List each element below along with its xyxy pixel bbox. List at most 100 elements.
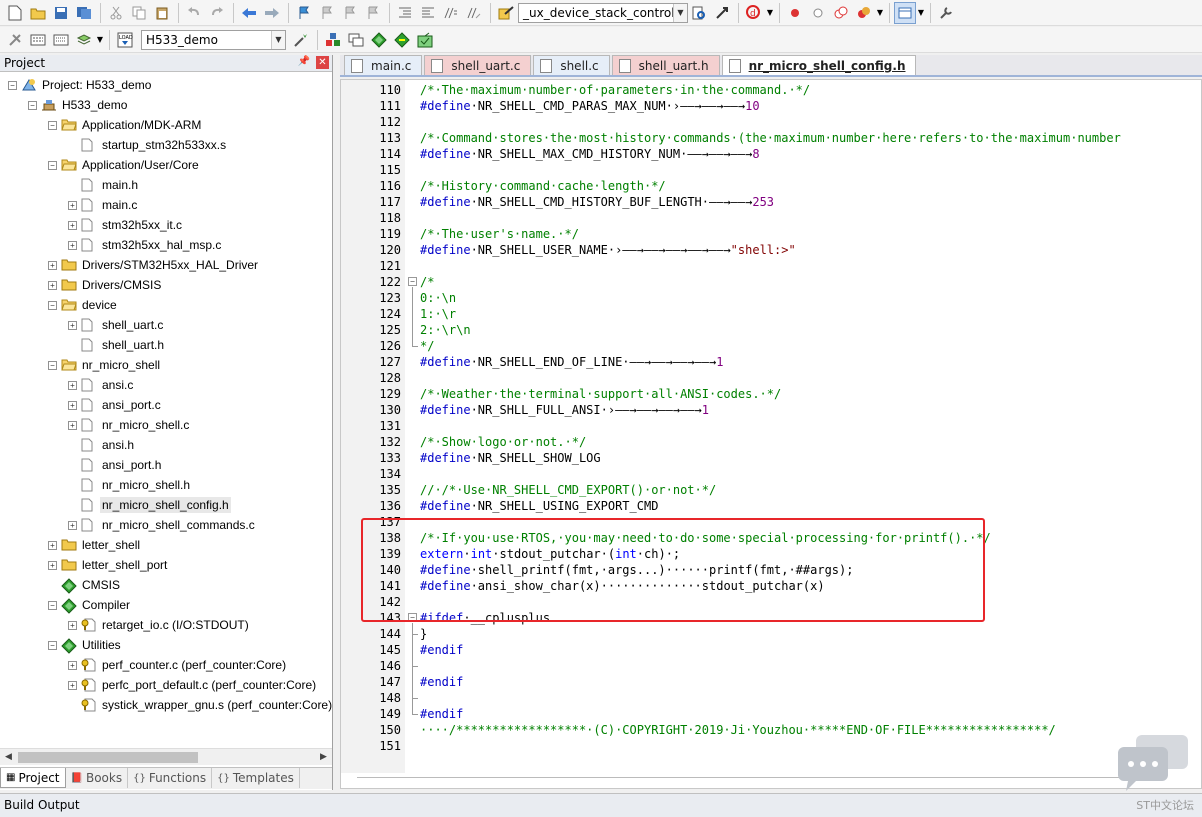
code-line[interactable]: 121 [341,258,1201,274]
new-file-icon[interactable] [4,2,26,24]
configure-icon[interactable] [935,2,957,24]
comment-icon[interactable] [440,2,462,24]
uncomment-icon[interactable] [463,2,485,24]
project-tree-hscrollbar[interactable]: ◀ ▶ [0,748,332,765]
tree-item[interactable]: + stm32h5xx_it.c [68,215,184,235]
tree-item[interactable]: + ansi.c [68,375,135,395]
collapse-icon[interactable]: − [28,100,37,110]
code-line[interactable]: 116 /*·History·command·cache·length·*/ [341,178,1201,194]
chevron-down-icon[interactable]: ▼ [673,3,687,22]
paste-icon[interactable] [151,2,173,24]
tree-item[interactable]: + nr_micro_shell.c [68,415,191,435]
expand-icon[interactable]: + [68,220,77,230]
tree-item[interactable]: − Application/MDK-ARM [48,115,203,135]
disable-all-breakpoints-icon[interactable] [830,2,852,24]
tree-item[interactable]: − Project: H533_demo [8,75,153,95]
code-line[interactable]: 111 #define·NR_SHELL_CMD_PARAS_MAX_NUM·›—… [341,98,1201,114]
code-line[interactable]: 128 [341,370,1201,386]
expand-icon[interactable]: + [48,280,57,290]
code-line[interactable]: 145 #endif [341,642,1201,658]
expand-icon[interactable]: + [68,520,77,530]
tree-item[interactable]: − Application/User/Core [48,155,201,175]
pack-installer-icon[interactable] [391,29,413,51]
editor-tab[interactable]: nr_micro_shell_config.h [721,55,917,75]
tree-item[interactable]: startup_stm32h533xx.s [68,135,228,155]
editor-hscrollbar[interactable] [341,773,1201,788]
expand-icon[interactable]: + [68,240,77,250]
code-line[interactable]: 118 [341,210,1201,226]
rebuild-icon[interactable] [50,29,72,51]
redo-icon[interactable] [206,2,228,24]
collapse-icon[interactable]: − [48,640,57,650]
pin-icon[interactable]: 📌 [298,56,310,67]
code-line[interactable]: 120 #define·NR_SHELL_USER_NAME·›——→——→——→… [341,242,1201,258]
code-line[interactable]: 150 ····/******************·(C)·COPYRIGHT… [341,722,1201,738]
window-layout-icon[interactable] [894,1,916,24]
expand-icon[interactable]: + [68,620,77,630]
tree-item[interactable]: nr_micro_shell_config.h [68,495,231,515]
editor-tab[interactable]: shell.c [533,55,610,75]
tree-item[interactable]: shell_uart.h [68,335,166,355]
expand-icon[interactable]: + [68,420,77,430]
tab-books[interactable]: 📕 Books [66,768,129,788]
code-line[interactable]: 114 #define·NR_SHELL_MAX_CMD_HISTORY_NUM·… [341,146,1201,162]
close-icon[interactable]: ✕ [316,56,329,69]
code-line[interactable]: 149 #endif [341,706,1201,722]
download-icon[interactable]: LOAD [114,29,136,51]
code-line[interactable]: 119 /*·The·user's·name.·*/ [341,226,1201,242]
code-line[interactable]: 124 1:·\r [341,306,1201,322]
target-select[interactable]: H533_demo ▼ [141,29,286,50]
fold-collapse-icon[interactable]: − [408,613,417,622]
code-line[interactable]: 122 /* − [341,274,1201,290]
next-bookmark-icon[interactable] [339,2,361,24]
tree-item[interactable]: nr_micro_shell.h [68,475,192,495]
expand-icon[interactable]: + [68,200,77,210]
scroll-thumb[interactable] [18,752,198,763]
chevron-down-icon[interactable]: ▼ [876,2,884,24]
code-line[interactable]: 117 #define·NR_SHELL_CMD_HISTORY_BUF_LENG… [341,194,1201,210]
fold-collapse-icon[interactable]: − [408,277,417,286]
collapse-icon[interactable]: − [48,120,57,130]
tree-item[interactable]: ansi.h [68,435,136,455]
incremental-find-icon[interactable] [711,2,733,24]
code-line[interactable]: 146 [341,658,1201,674]
code-line[interactable]: 148 [341,690,1201,706]
translate-icon[interactable] [4,29,26,51]
tree-item[interactable]: − device [48,295,119,315]
code-line[interactable]: 125 2:·\r\n [341,322,1201,338]
code-line[interactable]: 126 */ [341,338,1201,354]
editor-tab[interactable]: main.c [344,55,423,75]
code-line[interactable]: 131 [341,418,1201,434]
undo-icon[interactable] [183,2,205,24]
code-line[interactable]: 147 #endif [341,674,1201,690]
build-output-panel[interactable]: Build Output [0,793,1202,817]
code-line[interactable]: 112 [341,114,1201,130]
code-line[interactable]: 110 /*·The·maximum·number·of·parameters·i… [341,82,1201,98]
tree-item[interactable]: + letter_shell [48,535,142,555]
tree-item[interactable]: + retarget_io.c (I/O:STDOUT) [68,615,251,635]
tree-item[interactable]: + perfc_port_default.c (perf_counter:Core… [68,675,318,695]
code-line[interactable]: 130 #define·NR_SHLL_FULL_ANSI·›——→——→——→—… [341,402,1201,418]
collapse-icon[interactable]: − [8,80,17,90]
editor-tab[interactable]: shell_uart.h [611,55,720,75]
open-folder-icon[interactable] [27,2,49,24]
save-all-icon[interactable] [73,2,95,24]
code-line[interactable]: 140 #define·shell_printf(fmt,·args...)···… [341,562,1201,578]
unindent-icon[interactable] [417,2,439,24]
tree-item[interactable]: + main.c [68,195,139,215]
nav-forward-icon[interactable] [261,2,283,24]
tree-item[interactable]: main.h [68,175,140,195]
code-line[interactable]: 151 [341,738,1201,754]
tab-functions[interactable]: {} Functions [128,768,213,788]
save-icon[interactable] [50,2,72,24]
tree-item[interactable]: + letter_shell_port [48,555,169,575]
disable-breakpoint-icon[interactable] [807,2,829,24]
kill-breakpoints-icon[interactable] [853,2,875,24]
tree-item[interactable]: + Drivers/STM32H5xx_HAL_Driver [48,255,260,275]
tree-item[interactable]: − Utilities [48,635,123,655]
code-line[interactable]: 123 0:·\n [341,290,1201,306]
tree-item[interactable]: − H533_demo [28,95,129,115]
copy-icon[interactable] [128,2,150,24]
collapse-icon[interactable]: − [48,600,57,610]
code-line[interactable]: 141 #define·ansi_show_char(x)············… [341,578,1201,594]
